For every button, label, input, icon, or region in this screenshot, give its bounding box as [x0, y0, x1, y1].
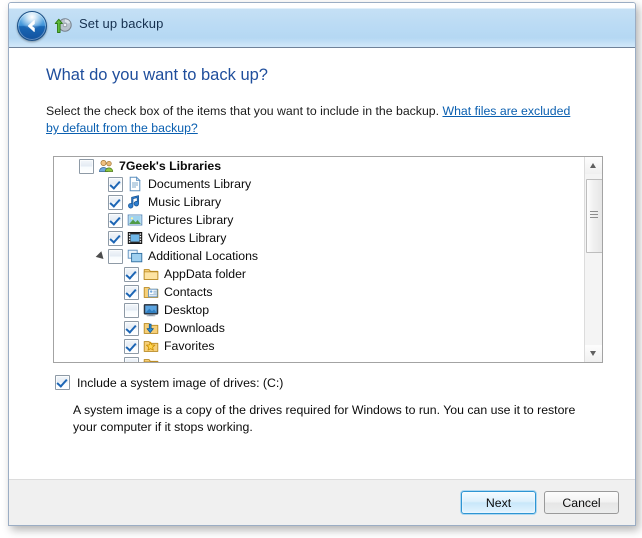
system-image-option[interactable]: Include a system image of drives: (C:) — [55, 375, 283, 390]
tree-row[interactable]: Documents Library — [54, 175, 584, 193]
tree-item-checkbox[interactable] — [108, 194, 123, 210]
tree-row[interactable]: Music Library — [54, 193, 584, 211]
picture-icon — [127, 212, 143, 228]
tree-rows-container: 7Geek's Libraries Documents Library Music … — [54, 157, 584, 362]
wizard-content: What do you want to back up? Select the … — [9, 48, 635, 480]
system-image-description: A system image is a copy of the drives r… — [73, 403, 576, 434]
tree-item-label: Favorites — [164, 339, 215, 353]
tree-item-checkbox[interactable] — [124, 266, 139, 282]
tree-row[interactable]: Videos Library — [54, 229, 584, 247]
favorites-folder-icon — [143, 338, 159, 354]
film-strip-icon — [127, 230, 143, 246]
document-icon — [127, 176, 143, 192]
cancel-button[interactable]: Cancel — [544, 491, 619, 514]
tree-row[interactable]: 7Geek's Libraries — [54, 157, 584, 175]
backup-disc-icon — [53, 16, 73, 36]
folder-icon — [143, 266, 159, 282]
expander-triangle-icon[interactable] — [95, 251, 107, 262]
instructions-static: Select the check box of the items that y… — [46, 104, 443, 118]
tree-item-label: Videos Library — [148, 231, 227, 245]
scroll-thumb[interactable] — [586, 179, 602, 253]
tree-item-label: Downloads — [164, 321, 225, 335]
tree-row[interactable]: Downloads — [54, 319, 584, 337]
folder-icon — [143, 356, 159, 362]
tree-item-checkbox[interactable] — [79, 158, 94, 174]
tree-item-label: Documents Library — [148, 177, 252, 191]
instructions-text: Select the check box of the items that y… — [46, 103, 584, 137]
window-titlebar: Set up backup — [9, 3, 635, 48]
back-arrow-icon — [27, 20, 35, 32]
tree-row[interactable] — [54, 355, 584, 362]
tree-item-label: Music Library — [148, 195, 222, 209]
tree-row[interactable]: Favorites — [54, 337, 584, 355]
scroll-down-icon[interactable] — [585, 345, 602, 362]
tree-row[interactable]: Desktop — [54, 301, 584, 319]
setup-backup-window: Set up backup What do you want to back u… — [8, 2, 636, 526]
tree-item-checkbox[interactable] — [124, 356, 139, 362]
backup-items-tree: 7Geek's Libraries Documents Library Music … — [53, 156, 603, 363]
scroll-thumb-grip — [590, 211, 598, 219]
page-title: What do you want to back up? — [46, 66, 268, 84]
tree-scrollbar[interactable] — [584, 157, 602, 362]
wizard-footer: Next Cancel — [9, 479, 635, 525]
tree-item-label: AppData folder — [164, 267, 247, 281]
folders-stack-icon — [127, 248, 143, 264]
contacts-folder-icon — [143, 284, 159, 300]
tree-item-checkbox[interactable] — [124, 284, 139, 300]
window-title: Set up backup — [79, 16, 164, 31]
tree-row[interactable]: AppData folder — [54, 265, 584, 283]
tree-item-label: Pictures Library — [148, 213, 234, 227]
tree-item-checkbox[interactable] — [124, 338, 139, 354]
desktop-icon — [143, 302, 159, 318]
tree-row[interactable]: Additional Locations — [54, 247, 584, 265]
back-button[interactable] — [17, 11, 47, 41]
users-library-icon — [98, 158, 114, 174]
downloads-folder-icon — [143, 320, 159, 336]
tree-item-checkbox[interactable] — [124, 320, 139, 336]
tree-item-checkbox[interactable] — [108, 248, 123, 264]
tree-item-checkbox[interactable] — [108, 176, 123, 192]
tree-row[interactable]: Contacts — [54, 283, 584, 301]
tree-row[interactable]: Pictures Library — [54, 211, 584, 229]
tree-item-label: Contacts — [164, 285, 213, 299]
tree-item-label: Additional Locations — [148, 249, 259, 263]
tree-item-checkbox[interactable] — [108, 230, 123, 246]
next-button[interactable]: Next — [461, 491, 536, 514]
scroll-up-icon[interactable] — [585, 157, 602, 174]
tree-item-checkbox[interactable] — [108, 212, 123, 228]
tree-item-checkbox[interactable] — [124, 302, 139, 318]
music-note-icon — [127, 194, 143, 210]
tree-item-label: 7Geek's Libraries — [119, 159, 222, 173]
system-image-checkbox[interactable] — [55, 375, 70, 390]
system-image-label: Include a system image of drives: (C:) — [77, 375, 284, 390]
tree-item-label: Desktop — [164, 303, 210, 317]
